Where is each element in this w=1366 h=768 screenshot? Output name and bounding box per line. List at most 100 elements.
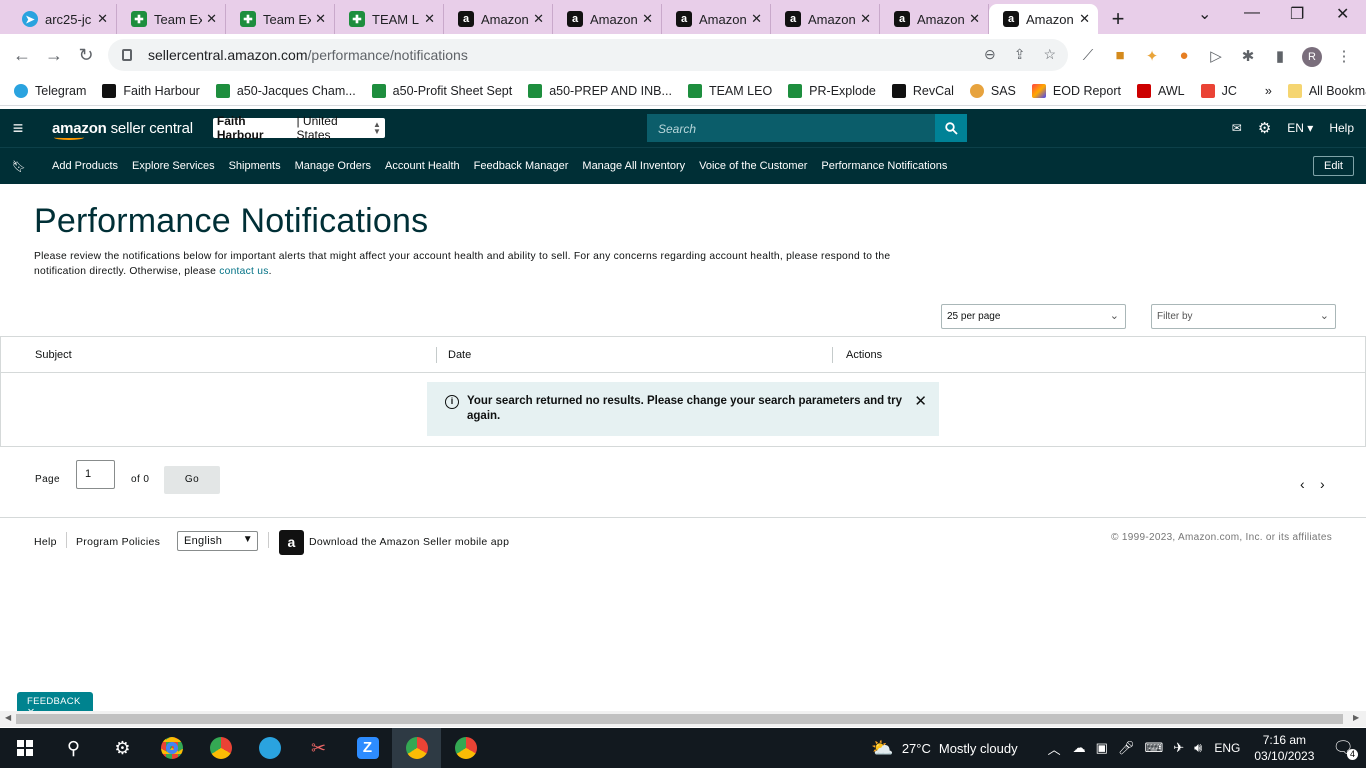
browser-tab[interactable]: ➤ arc25-jc ✕ <box>8 4 117 34</box>
tab-search-icon[interactable]: ⌄ <box>1198 4 1211 24</box>
nav-feedback-manager[interactable]: Feedback Manager <box>474 160 569 172</box>
browser-tab[interactable]: a Amazon ✕ <box>662 4 771 34</box>
column-subject[interactable]: Subject <box>35 349 72 361</box>
account-switcher[interactable]: Faith Harbour | United States ▲ ▼ <box>212 114 385 142</box>
minimize-button[interactable]: — <box>1244 4 1260 22</box>
browser-tab[interactable]: a Amazon ✕ <box>771 4 880 34</box>
search-button[interactable] <box>935 114 967 142</box>
chrome-app-icon[interactable] <box>441 728 490 768</box>
weather-cloud-icon[interactable]: ⛅ <box>871 738 893 759</box>
menu-kebab-icon[interactable]: ⋮ <box>1328 47 1360 67</box>
camera-icon[interactable]: ▣ <box>1096 740 1108 756</box>
extension-icon[interactable]: ✦ <box>1136 47 1168 67</box>
bookmark[interactable]: PR-Explode <box>788 83 876 98</box>
extension-icon[interactable]: ■ <box>1104 47 1136 67</box>
start-button[interactable] <box>0 728 49 768</box>
contact-us-link[interactable]: contact us <box>219 266 268 277</box>
nav-manage-all-inventory[interactable]: Manage All Inventory <box>582 160 685 172</box>
footer-help-link[interactable]: Help <box>34 536 57 548</box>
bookmark[interactable]: a50-Profit Sheet Sept <box>371 83 512 98</box>
horizontal-scrollbar[interactable]: ◀ ▶ <box>0 711 1366 727</box>
bookmark[interactable]: Faith Harbour <box>102 83 200 98</box>
new-tab-button[interactable]: + <box>1098 4 1138 34</box>
bookmark[interactable]: AWL <box>1136 83 1185 98</box>
seller-central-logo[interactable]: amazon seller central <box>52 120 193 140</box>
input-method-icon[interactable]: ⌨ <box>1144 740 1163 756</box>
nav-voice-of-customer[interactable]: Voice of the Customer <box>699 160 807 172</box>
close-tab-icon[interactable]: ✕ <box>424 11 435 27</box>
back-button[interactable]: ← <box>6 45 38 66</box>
bookmark[interactable]: TEAM LEO <box>687 83 772 98</box>
notifications-icon[interactable]: 🗨︎ 4 <box>1332 738 1358 760</box>
settings-gear-icon[interactable]: ⚙ <box>1258 119 1271 137</box>
close-tab-icon[interactable]: ✕ <box>315 11 326 27</box>
more-bookmarks-icon[interactable]: » <box>1265 84 1272 98</box>
airplane-icon[interactable]: ✈ <box>1173 740 1184 756</box>
chevron-up-icon[interactable]: ︿ <box>1048 739 1061 758</box>
search-icon[interactable]: ⚲ <box>49 728 98 768</box>
zoom-app-icon[interactable]: Z <box>343 728 392 768</box>
bookmark[interactable]: EOD Report <box>1031 83 1121 98</box>
download-app-link[interactable]: Download the Amazon Seller mobile app <box>309 536 509 548</box>
bookmark[interactable]: SAS <box>969 83 1016 98</box>
chrome-app-icon[interactable] <box>196 728 245 768</box>
reload-button[interactable]: ↻ <box>70 45 102 66</box>
amazon-app-icon[interactable]: a <box>279 530 304 555</box>
language-selector[interactable]: EN ▾ <box>1287 121 1313 135</box>
close-tab-icon[interactable]: ✕ <box>533 11 544 27</box>
hamburger-menu-icon[interactable]: ≡ <box>0 118 36 139</box>
footer-language-select[interactable]: English ▼ <box>177 531 258 551</box>
zoom-icon[interactable]: ⊖ <box>984 46 996 63</box>
snipping-tool-icon[interactable]: ✂ <box>294 728 343 768</box>
bookmark[interactable]: Telegram <box>14 83 86 98</box>
close-tab-icon[interactable]: ✕ <box>642 11 653 27</box>
scroll-left-icon[interactable]: ◀ <box>5 713 11 722</box>
nav-shipments[interactable]: Shipments <box>229 160 281 172</box>
program-policies-link[interactable]: Program Policies <box>76 536 160 548</box>
bookmark[interactable]: a50-Jacques Cham... <box>215 83 356 98</box>
browser-tab[interactable]: ✚ Team Ex ✕ <box>117 4 226 34</box>
next-page-icon[interactable]: › <box>1320 476 1325 492</box>
nav-add-products[interactable]: Add Products <box>52 160 118 172</box>
nav-performance-notifications[interactable]: Performance Notifications <box>821 160 947 172</box>
profile-avatar[interactable]: R <box>1296 47 1328 67</box>
url-bar[interactable]: sellercentral.amazon.com/performance/not… <box>108 39 1068 71</box>
close-tab-icon[interactable]: ✕ <box>751 11 762 27</box>
browser-tab[interactable]: ✚ TEAM L ✕ <box>335 4 444 34</box>
scrollbar-thumb[interactable] <box>16 714 1343 724</box>
close-tab-icon[interactable]: ✕ <box>860 11 871 27</box>
feedback-button[interactable]: FEEDBACK ✕ <box>17 692 93 718</box>
forward-button[interactable]: → <box>38 45 70 66</box>
share-icon[interactable]: ⇪ <box>1014 46 1026 63</box>
scroll-right-icon[interactable]: ▶ <box>1353 713 1359 722</box>
browser-tab[interactable]: a Amazon ✕ <box>553 4 662 34</box>
sidepanel-icon[interactable]: ▮ <box>1264 47 1296 67</box>
onedrive-cloud-icon[interactable]: ☁ <box>1073 740 1086 756</box>
bookmark-flag-icon[interactable]: 🔖︎ <box>0 160 38 173</box>
bookmark[interactable]: JC <box>1200 83 1237 98</box>
restore-button[interactable]: ❐ <box>1290 4 1304 24</box>
close-icon[interactable]: ✕ <box>914 394 927 436</box>
help-link[interactable]: Help <box>1329 121 1354 135</box>
extensions-puzzle-icon[interactable]: ✱ <box>1232 47 1264 67</box>
volume-icon[interactable]: 🔊︎ <box>1194 740 1202 756</box>
filter-select[interactable]: Filter by ⌄ <box>1151 304 1336 329</box>
column-date[interactable]: Date <box>448 349 471 361</box>
chrome-app-icon[interactable] <box>147 728 196 768</box>
close-tab-icon[interactable]: ✕ <box>969 11 980 27</box>
close-tab-icon[interactable]: ✕ <box>97 11 108 27</box>
clock[interactable]: 7:16 am 03/10/2023 <box>1254 732 1314 764</box>
mail-icon[interactable]: ✉ <box>1232 121 1242 135</box>
page-number-input[interactable]: 1 <box>76 460 115 489</box>
browser-tab[interactable]: a Amazon ✕ <box>880 4 989 34</box>
nav-explore-services[interactable]: Explore Services <box>132 160 215 172</box>
nav-account-health[interactable]: Account Health <box>385 160 460 172</box>
browser-tab[interactable]: ✚ Team Ex ✕ <box>226 4 335 34</box>
extension-icon[interactable]: ● <box>1168 47 1200 67</box>
go-button[interactable]: Go <box>164 466 220 494</box>
close-tab-icon[interactable]: ✕ <box>1079 11 1090 27</box>
search-input[interactable]: Search <box>647 114 935 142</box>
extension-icon[interactable]: ⟋ <box>1072 47 1104 67</box>
edit-nav-button[interactable]: Edit <box>1313 156 1354 176</box>
extension-icon[interactable]: ▷ <box>1200 47 1232 67</box>
